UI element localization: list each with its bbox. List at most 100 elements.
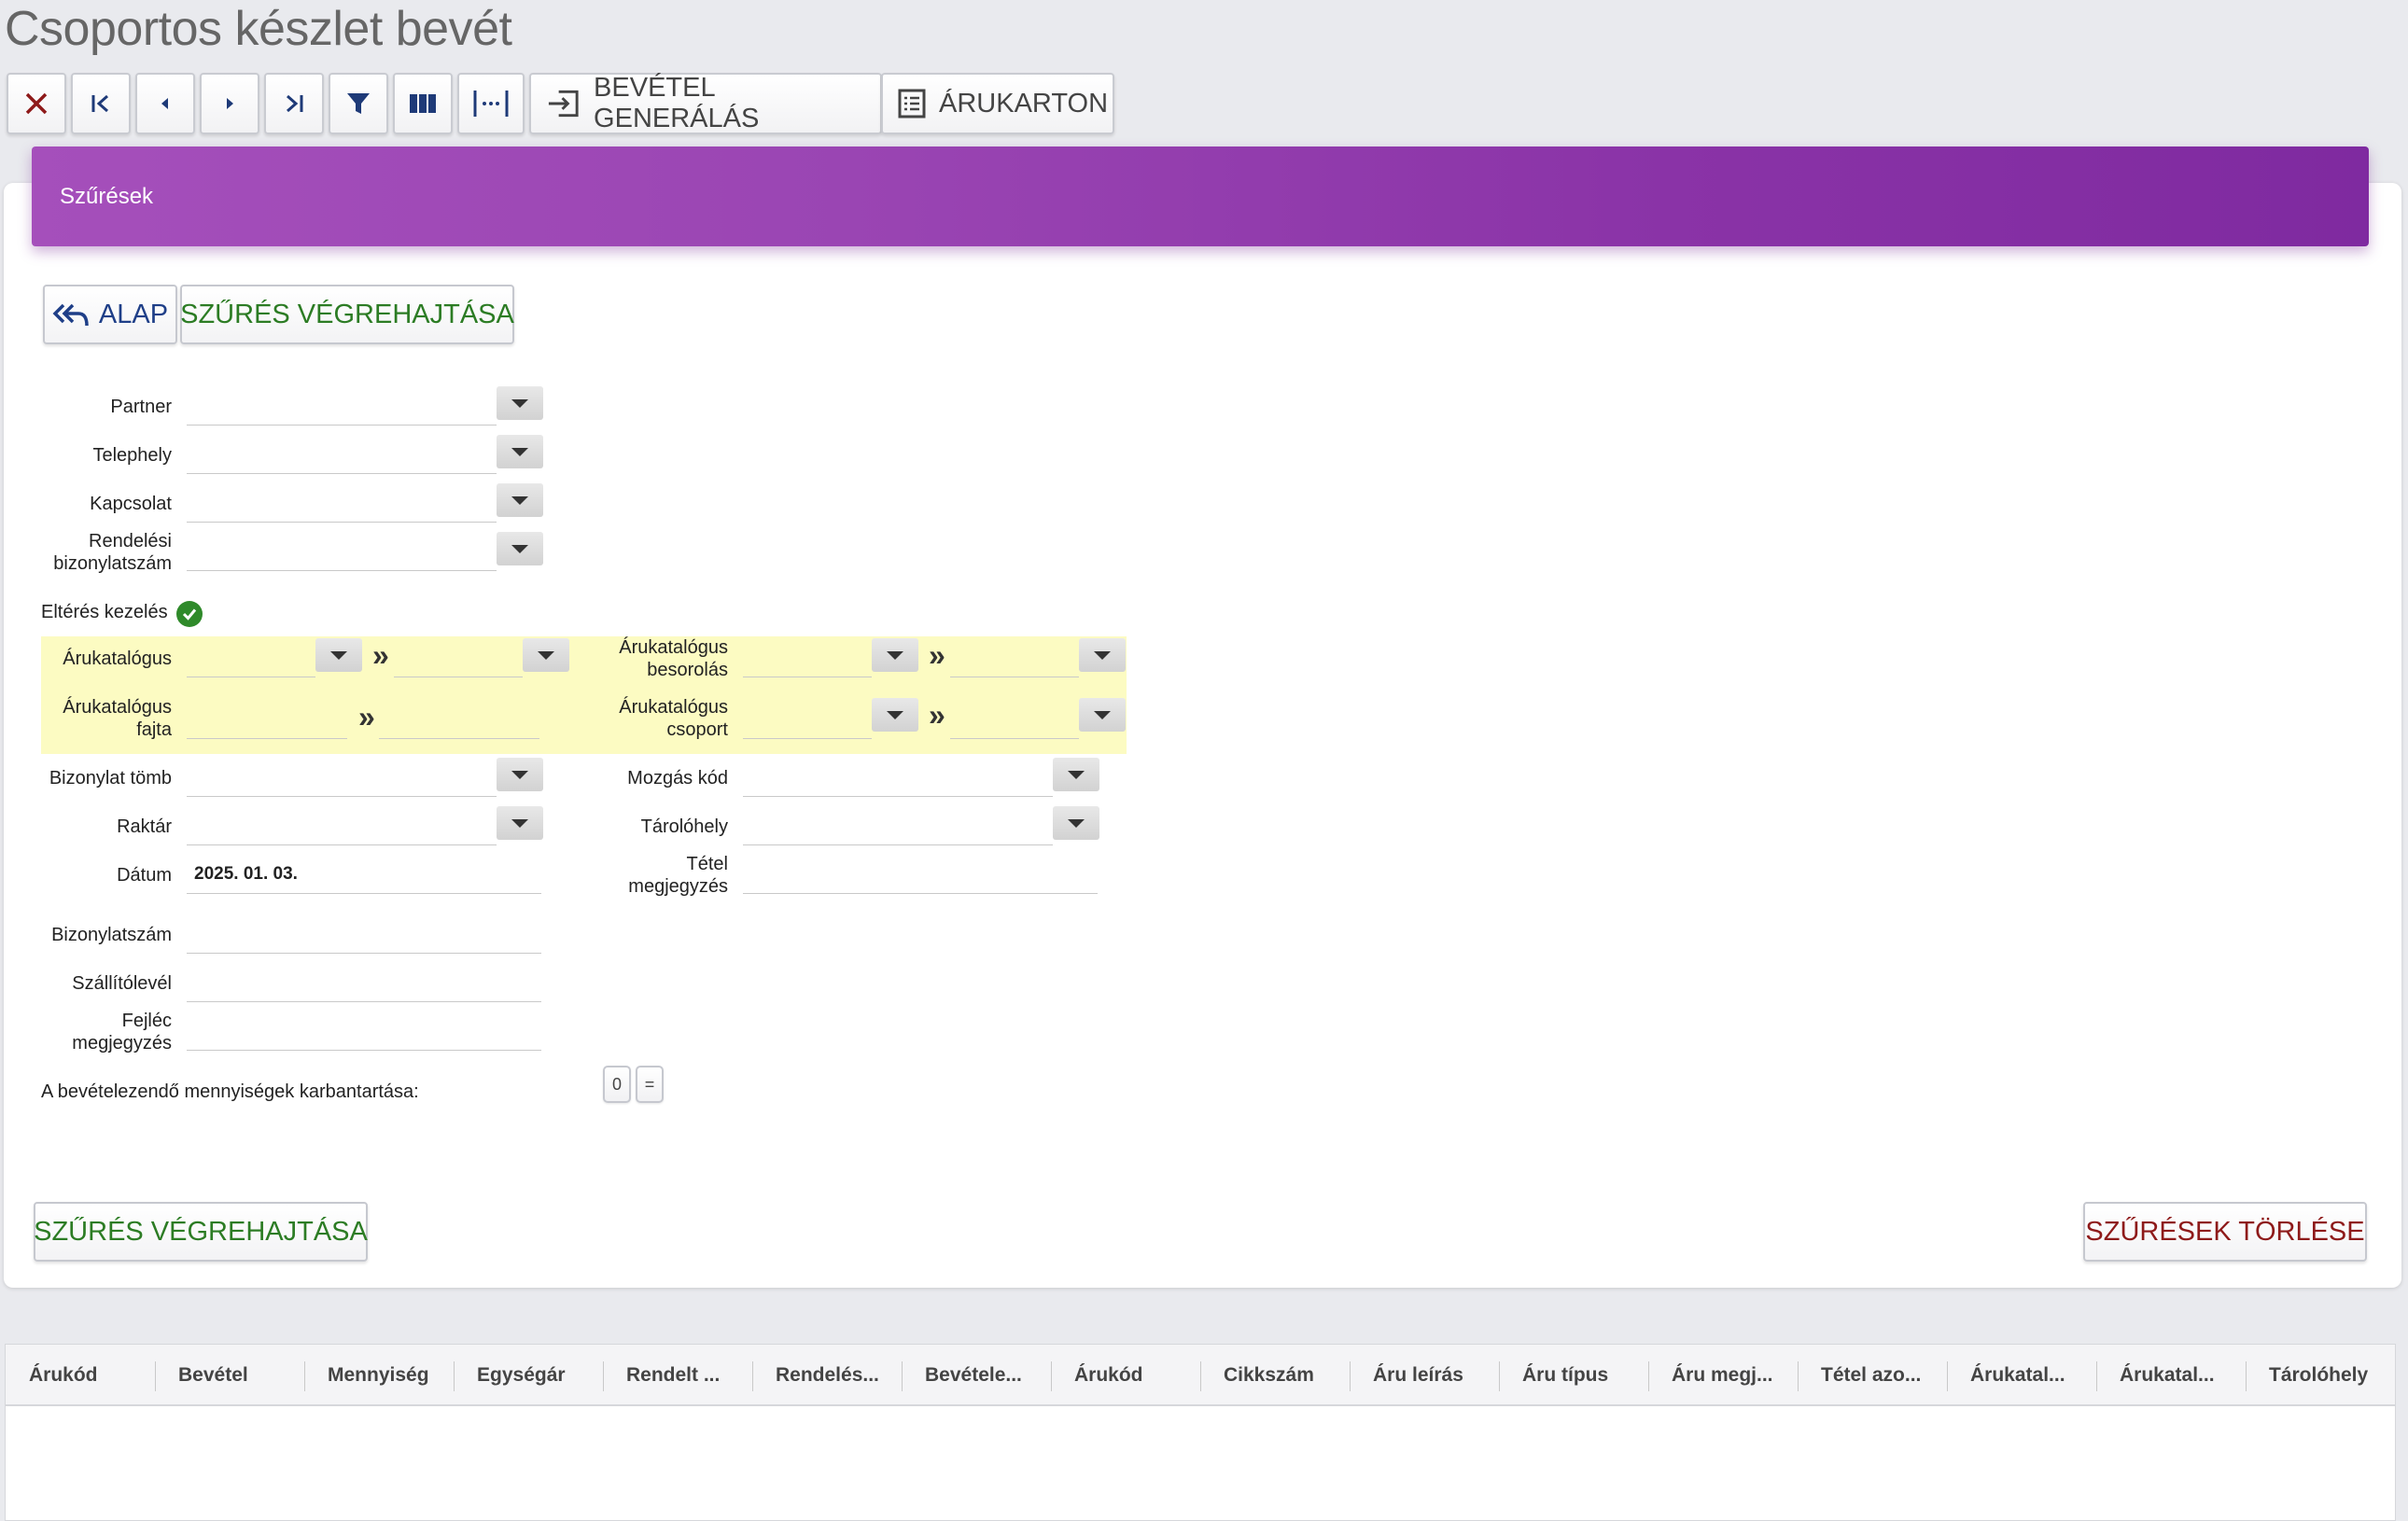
telephely-dropdown-button[interactable] [497,435,543,468]
item-card-label: ÁRUKARTON [939,88,1109,119]
item-card-button[interactable]: ÁRUKARTON [881,73,1114,134]
columns-icon [410,94,436,113]
grid-column-header[interactable]: Árukód [1051,1345,1200,1406]
catalog-classification-label-line2: besorolás [647,660,728,680]
catalog-to-input[interactable] [394,642,523,677]
order-number-input[interactable] [187,536,497,571]
results-grid: Árukód Bevétel Mennyiség Egységár Rendelt ..… [5,1344,2396,1521]
execute-filter-button-bottom[interactable]: SZŰRÉS VÉGREHAJTÁSA [34,1202,368,1262]
item-note-input[interactable] [743,858,1098,894]
group-to-dropdown-button[interactable] [1079,698,1126,732]
generate-receipt-label: BEVÉTEL GENERÁLÁS [594,73,760,133]
grid-column-header[interactable]: Egységár [454,1345,603,1406]
date-label: Dátum [117,865,172,886]
classification-from-dropdown-button[interactable] [872,638,918,672]
movement-code-label: Mozgás kód [627,768,728,788]
date-input[interactable]: 2025. 01. 03. [187,858,541,894]
document-number-input[interactable] [187,918,541,954]
fit-width-icon [473,91,509,117]
date-value: 2025. 01. 03. [194,864,298,884]
document-block-dropdown-button[interactable] [497,758,543,791]
header-note-input[interactable] [187,1015,541,1051]
base-button-label: ALAP [98,299,169,329]
movement-code-input[interactable] [743,761,1053,797]
group-to-input[interactable] [950,704,1079,739]
grid-column-header[interactable]: Árukód [6,1345,155,1406]
grid-column-header[interactable]: Mennyiség [304,1345,454,1406]
first-record-button[interactable] [71,73,131,134]
classification-to-input[interactable] [950,642,1079,677]
telephely-input[interactable] [187,439,497,474]
grid-column-header[interactable]: Árukatal... [2096,1345,2246,1406]
header-note-label: Fejléc megjegyzés [19,1010,172,1054]
classification-to-dropdown-button[interactable] [1079,638,1126,672]
grid-column-header[interactable]: Tétel azo... [1798,1345,1947,1406]
quantity-zero-button[interactable]: 0 [603,1066,631,1103]
group-from-input[interactable] [743,704,872,739]
catalog-from-input[interactable] [187,642,315,677]
document-block-input[interactable] [187,761,497,797]
prev-icon [161,98,168,109]
last-record-button[interactable] [264,73,324,134]
document-block-label: Bizonylat tömb [49,768,172,788]
kapcsolat-input[interactable] [187,487,497,523]
grid-column-header[interactable]: Rendelt ... [603,1345,752,1406]
group-from-dropdown-button[interactable] [872,698,918,732]
item-note-label-line1: Tétel [686,854,728,874]
warehouse-dropdown-button[interactable] [497,806,543,840]
execute-filter-label: SZŰRÉS VÉGREHAJTÁSA [180,299,514,329]
grid-column-header[interactable]: Tárolóhely [2246,1345,2395,1406]
order-number-dropdown-button[interactable] [497,532,543,565]
warehouse-input[interactable] [187,810,497,845]
catalog-classification-label: Árukatalógus besorolás [560,636,728,681]
order-number-label-line2: bizonylatszám [53,553,172,574]
range-arrow-icon: » [929,698,945,732]
item-note-label: Tétel megjegyzés [560,853,728,898]
clear-filters-label: SZŰRÉSEK TÖRLÉSE [2085,1216,2365,1247]
next-record-button[interactable] [200,73,259,134]
previous-record-button[interactable] [135,73,195,134]
catalog-from-dropdown-button[interactable] [315,638,362,672]
order-number-label-line1: Rendelési [89,531,172,551]
storage-location-dropdown-button[interactable] [1053,806,1099,840]
grid-column-header[interactable]: Áru leírás [1350,1345,1499,1406]
kind-from-input[interactable] [187,704,347,739]
filter-button[interactable] [329,73,388,134]
grid-column-header[interactable]: Bevétele... [902,1345,1051,1406]
storage-location-label: Tárolóhely [640,816,728,837]
kapcsolat-label: Kapcsolat [90,494,172,514]
deviation-check-icon[interactable] [176,601,203,627]
fit-width-button[interactable] [457,73,525,134]
catalog-kind-label-line2: fajta [136,719,172,740]
panel-header-title: Szűrések [60,183,154,209]
deviation-handling-label: Eltérés kezelés [41,602,168,622]
close-button[interactable] [7,73,66,134]
page-title: Csoportos készlet bevét [5,2,512,56]
clear-filters-button[interactable]: SZŰRÉSEK TÖRLÉSE [2083,1202,2367,1262]
grid-column-header[interactable]: Áru típus [1499,1345,1648,1406]
partner-dropdown-button[interactable] [497,386,543,420]
delivery-note-input[interactable] [187,967,541,1002]
storage-location-input[interactable] [743,810,1053,845]
catalog-classification-label-line1: Árukatalógus [619,637,728,658]
columns-button[interactable] [393,73,453,134]
grid-column-header[interactable]: Cikkszám [1200,1345,1350,1406]
grid-header-row: Árukód Bevétel Mennyiség Egységár Rendelt ..… [6,1345,2395,1406]
movement-code-dropdown-button[interactable] [1053,758,1099,791]
base-button[interactable]: ALAP [43,285,177,344]
grid-column-header[interactable]: Árukatal... [1947,1345,2096,1406]
grid-column-header[interactable]: Bevétel [155,1345,304,1406]
generate-receipt-button[interactable]: BEVÉTEL GENERÁLÁS [529,73,882,134]
partner-label: Partner [110,397,172,417]
classification-from-input[interactable] [743,642,872,677]
next-icon [227,98,233,109]
partner-input[interactable] [187,390,497,426]
grid-column-header[interactable]: Rendelés... [752,1345,902,1406]
order-number-label: Rendelési bizonylatszám [19,530,172,575]
document-number-label: Bizonylatszám [51,925,172,945]
execute-filter-button-top[interactable]: SZŰRÉS VÉGREHAJTÁSA [180,285,514,344]
quantity-equal-button[interactable]: = [636,1066,664,1103]
kind-to-input[interactable] [379,704,539,739]
kapcsolat-dropdown-button[interactable] [497,483,543,517]
grid-column-header[interactable]: Áru megj... [1648,1345,1798,1406]
